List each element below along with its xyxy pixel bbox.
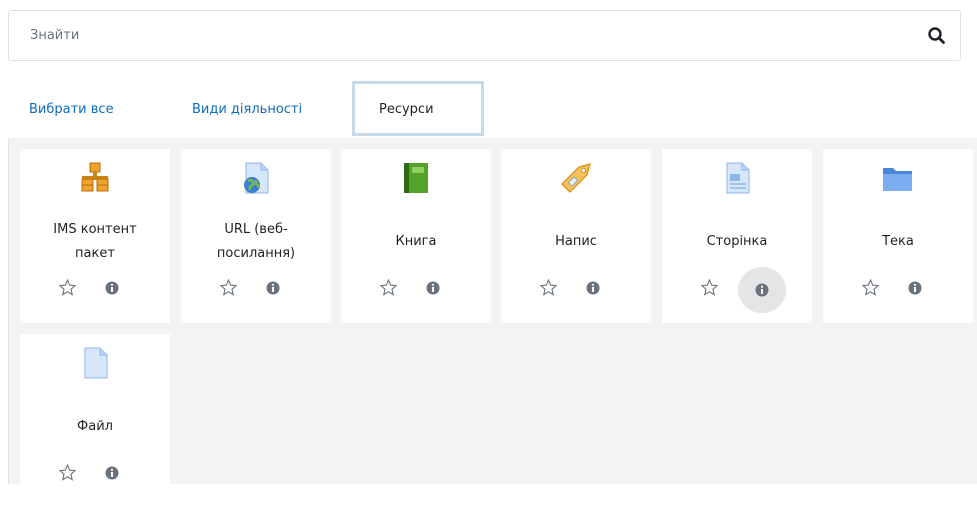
label-icon <box>559 161 593 195</box>
module-card-label[interactable]: Напис <box>501 149 651 323</box>
tab-resources[interactable]: Ресурси <box>352 81 484 136</box>
star-icon[interactable] <box>219 278 238 296</box>
module-card-page[interactable]: Сторінка <box>662 149 812 323</box>
module-card-url[interactable]: URL (веб-посилання) <box>181 149 331 323</box>
module-card-book[interactable]: Книга <box>341 149 491 323</box>
star-icon[interactable] <box>700 278 719 296</box>
file-icon <box>78 346 112 380</box>
module-card-file[interactable]: Файл <box>20 334 170 508</box>
module-card-ims-package[interactable]: IMS контент пакет <box>20 149 170 323</box>
module-name: Файл <box>77 419 113 434</box>
info-icon[interactable] <box>421 276 445 300</box>
star-icon[interactable] <box>539 278 558 296</box>
search-icon[interactable] <box>926 25 948 47</box>
search-input[interactable] <box>9 11 889 60</box>
star-icon[interactable] <box>58 278 77 296</box>
info-icon[interactable] <box>738 267 786 313</box>
info-icon[interactable] <box>100 461 124 485</box>
book-icon <box>399 161 433 195</box>
info-icon[interactable] <box>261 276 285 300</box>
tab-list: Вибрати все Види діяльності Ресурси <box>8 81 977 136</box>
search-box <box>8 10 961 61</box>
page-icon <box>720 161 754 195</box>
folder-icon <box>881 161 915 195</box>
tab-activities[interactable]: Види діяльності <box>192 81 302 136</box>
info-icon[interactable] <box>100 276 124 300</box>
info-icon[interactable] <box>581 276 605 300</box>
ims-package-icon <box>78 161 112 195</box>
module-name: URL (веб-посилання) <box>216 222 296 261</box>
module-grid: IMS контент пакет URL (веб-посилання) Кн… <box>8 138 977 508</box>
module-card-folder[interactable]: Тека <box>823 149 973 323</box>
star-icon[interactable] <box>379 278 398 296</box>
info-icon[interactable] <box>903 276 927 300</box>
tab-select-all[interactable]: Вибрати все <box>29 81 114 136</box>
module-name: Сторінка <box>706 234 768 249</box>
star-icon[interactable] <box>58 463 77 481</box>
module-name: Напис <box>555 234 597 249</box>
module-name: Тека <box>882 234 914 249</box>
module-name: Книга <box>395 234 437 249</box>
star-icon[interactable] <box>861 278 880 296</box>
url-icon <box>239 161 273 195</box>
module-name: IMS контент пакет <box>53 222 137 261</box>
